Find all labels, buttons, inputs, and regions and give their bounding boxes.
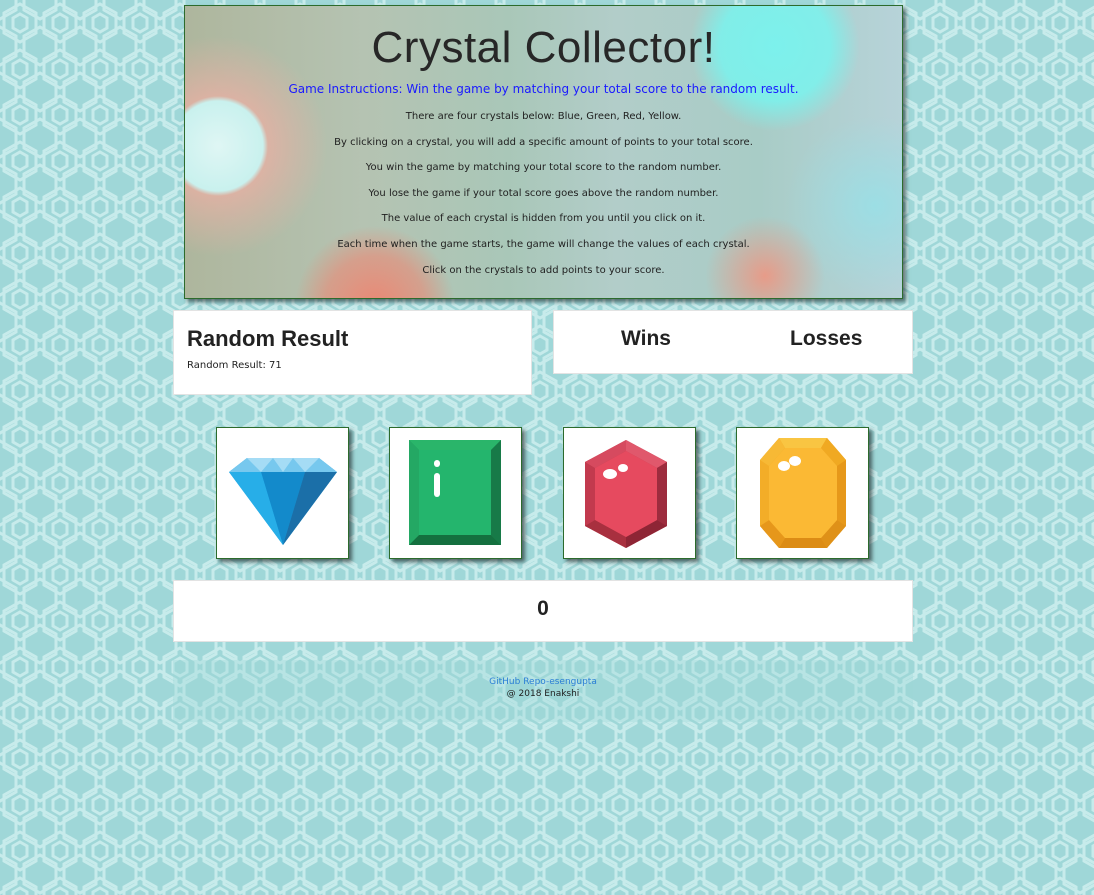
random-result-value: Random Result: 71 <box>187 360 282 371</box>
random-result-heading: Random Result <box>187 326 349 351</box>
yellow-crystal-button[interactable] <box>736 427 869 559</box>
green-emerald-icon <box>409 440 501 545</box>
github-repo-link[interactable]: GitHub Repo-esengupta <box>173 677 913 687</box>
random-result-card: Random Result Random Result: 71 <box>173 310 532 395</box>
blue-crystal-button[interactable] <box>216 427 349 559</box>
rule-line: The value of each crystal is hidden from… <box>381 213 706 225</box>
yellow-topaz-icon <box>760 438 846 548</box>
rule-line: There are four crystals below: Blue, Gre… <box>405 111 682 122</box>
green-crystal-button[interactable] <box>389 427 522 559</box>
footer: GitHub Repo-esengupta @ 2018 Enakshi <box>173 660 913 722</box>
rule-line: Each time when the game starts, the game… <box>337 238 750 250</box>
total-score-value: 0 <box>537 597 549 620</box>
rule-line: By clicking on a crystal, you will add a… <box>334 136 753 148</box>
blue-diamond-icon <box>229 458 337 545</box>
game-instructions: Game Instructions: Win the game by match… <box>288 82 799 96</box>
wins-losses-card: Wins Losses <box>553 310 913 374</box>
copyright-text: @ 2018 Enakshi <box>506 689 580 699</box>
rule-line: You lose the game if your total score go… <box>368 187 719 199</box>
page-title: Crystal Collector! <box>371 23 716 72</box>
rule-line: You win the game by matching your total … <box>365 162 722 174</box>
rule-line: Click on the crystals to add points to y… <box>422 264 665 276</box>
losses-label: Losses <box>790 327 863 350</box>
header-jumbotron: Crystal Collector! Game Instructions: Wi… <box>184 5 903 299</box>
wins-label: Wins <box>621 327 671 350</box>
red-ruby-icon <box>585 440 667 548</box>
rules-list: There are four crystals below: Blue, Gre… <box>185 104 902 283</box>
red-crystal-button[interactable] <box>563 427 696 559</box>
total-score-card: 0 <box>173 580 913 642</box>
